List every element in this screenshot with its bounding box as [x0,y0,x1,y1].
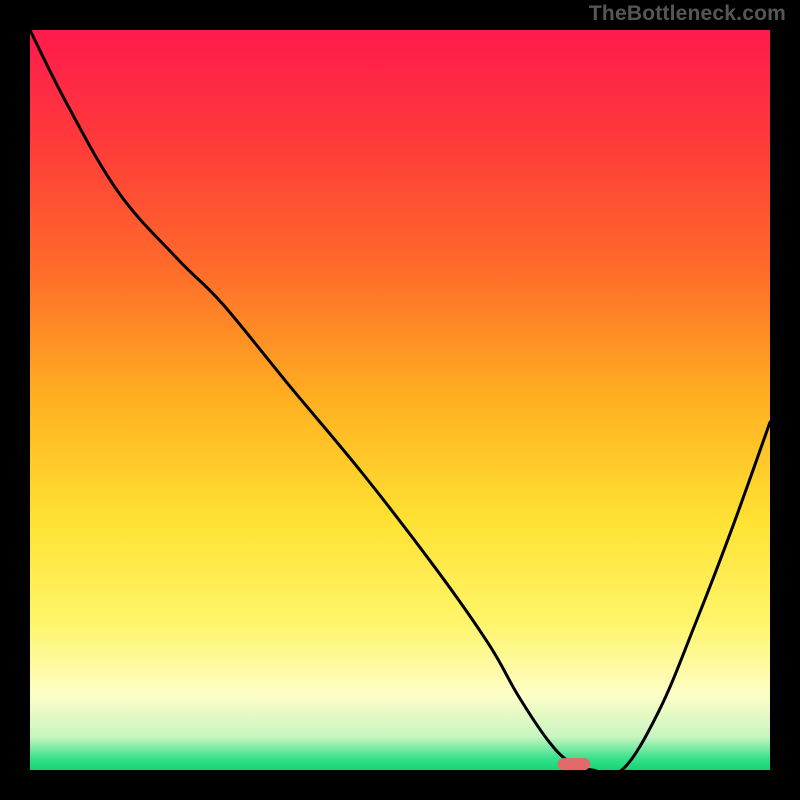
optimum-marker [558,758,591,770]
plot-background [30,30,770,770]
chart-frame: { "watermark": "TheBottleneck.com", "col… [0,0,800,800]
bottleneck-chart [0,0,800,800]
